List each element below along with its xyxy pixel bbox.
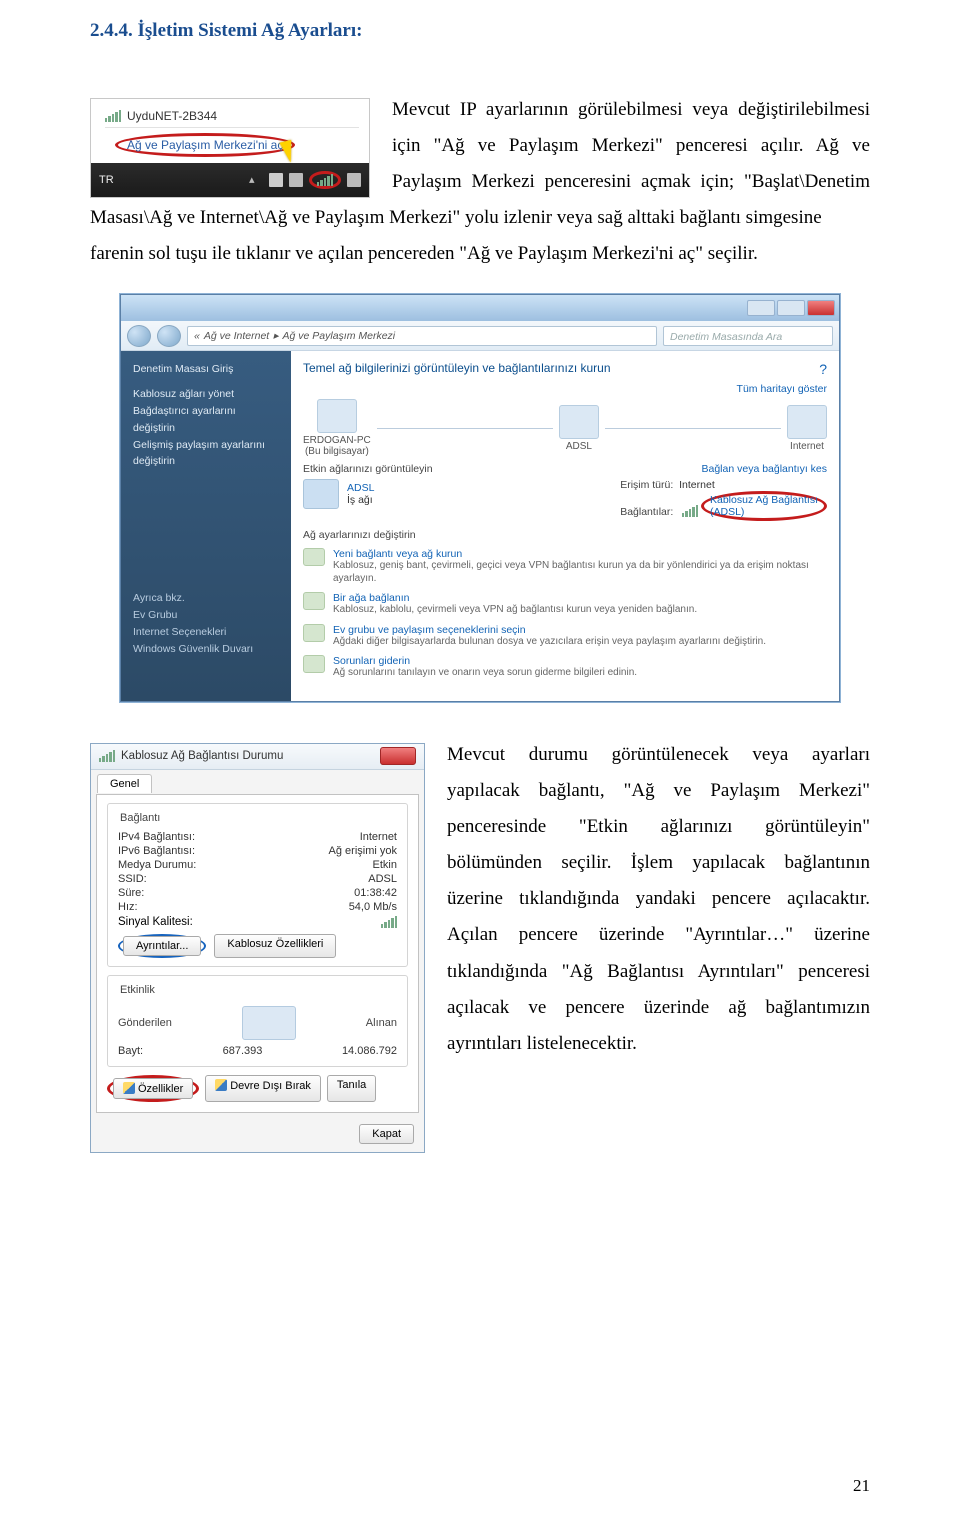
task-troubleshoot[interactable]: Sorunları giderin <box>333 655 637 667</box>
signal-bars-icon <box>682 505 698 517</box>
pc-icon <box>317 399 357 433</box>
properties-button[interactable]: Özellikler <box>113 1078 193 1099</box>
close-button[interactable] <box>380 747 416 765</box>
minimize-button[interactable] <box>747 300 775 316</box>
change-settings-label: Ağ ayarlarınızı değiştirin <box>303 529 827 541</box>
sidebar-home[interactable]: Denetim Masası Giriş <box>133 361 279 378</box>
disable-button[interactable]: Devre Dışı Bırak <box>205 1075 321 1102</box>
dlg-tabs: Genel <box>91 770 424 794</box>
connect-disconnect-link[interactable]: Bağlan veya bağlantıyı kes <box>702 463 828 475</box>
globe-icon <box>787 405 827 439</box>
tray-ssid: UyduNET-2B344 <box>127 109 217 123</box>
cp-nav: « Ağ ve Internet ▸ Ağ ve Paylaşım Merkez… <box>121 321 839 351</box>
sidebar-item-adapter[interactable]: Bağdaştırıcı ayarlarını değiştirin <box>133 403 279 437</box>
task-new-connection[interactable]: Yeni bağlantı veya ağ kurun <box>333 548 827 560</box>
sidebar-item-sharing[interactable]: Gelişmiş paylaşım ayarlarını değiştirin <box>133 437 279 471</box>
section-heading: 2.4.4. İşletim Sistemi Ağ Ayarları: <box>90 20 870 42</box>
close-dialog-button[interactable]: Kapat <box>359 1124 414 1144</box>
back-button[interactable] <box>127 325 151 347</box>
full-map-link[interactable]: Tüm haritayı göster <box>303 383 827 395</box>
paragraph-1b: farenin sol tuşu ile tıklanır ve açılan … <box>90 236 870 272</box>
recv-label: Alınan <box>366 1017 397 1029</box>
active-network-block: ADSL İş ağı Erişim türü: Internet Bağlan… <box>303 479 827 521</box>
taskbar: TR ▴ <box>91 163 369 197</box>
wireless-properties-button[interactable]: Kablosuz Özellikleri <box>214 934 336 958</box>
see-also-homegroup[interactable]: Ev Grubu <box>133 607 279 624</box>
sidebar-item-wireless[interactable]: Kablosuz ağları yönet <box>133 386 279 403</box>
task-icon <box>303 655 325 673</box>
speaker-icon[interactable] <box>347 173 361 187</box>
shield-icon <box>123 1082 135 1094</box>
signal-bars-icon <box>105 110 121 122</box>
sent-label: Gönderilen <box>118 1017 172 1029</box>
network-map: ERDOGAN-PC(Bu bilgisayar) ADSL Internet <box>303 399 827 457</box>
see-also-label: Ayrıca bkz. <box>133 590 279 607</box>
task-homegroup[interactable]: Ev grubu ve paylaşım seçeneklerini seçin <box>333 624 766 636</box>
flag-icon[interactable] <box>269 173 283 187</box>
screenshot-wireless-status: Kablosuz Ağ Bağlantısı Durumu Genel Bağl… <box>90 743 425 1153</box>
details-button[interactable]: Ayrıntılar... <box>123 936 201 956</box>
fieldset-activity: Etkinlik Gönderilen Alınan Bayt: 687.393… <box>107 975 408 1067</box>
cp-heading: Temel ağ bilgilerinizi görüntüleyin ve b… <box>303 361 827 375</box>
fieldset-connection: Bağlantı IPv4 Bağlantısı:Internet IPv6 B… <box>107 803 408 967</box>
tray-chevron-icon[interactable]: ▴ <box>249 173 263 187</box>
cp-titlebar <box>121 295 839 321</box>
forward-button[interactable] <box>157 325 181 347</box>
bytes-sent: 687.393 <box>143 1045 342 1057</box>
signal-bars-icon <box>99 750 115 762</box>
router-icon <box>559 405 599 439</box>
activity-icon <box>242 1006 296 1040</box>
task-connect[interactable]: Bir ağa bağlanın <box>333 592 697 604</box>
dlg-title-text: Kablosuz Ağ Bağlantısı Durumu <box>121 750 283 762</box>
open-network-center-tooltip[interactable]: Ağ ve Paylaşım Merkezi'ni aç <box>115 133 295 157</box>
network-icon <box>303 479 339 509</box>
network-name[interactable]: ADSL <box>347 482 374 494</box>
bytes-recv: 14.086.792 <box>342 1045 397 1057</box>
network-tray-icon[interactable] <box>309 171 341 189</box>
taskbar-lang: TR <box>99 174 114 186</box>
breadcrumb[interactable]: « Ağ ve Internet ▸ Ağ ve Paylaşım Merkez… <box>187 326 657 346</box>
task-icon <box>303 592 325 610</box>
diagnose-button[interactable]: Tanıla <box>327 1075 376 1102</box>
task-icon <box>303 548 325 566</box>
cp-sidebar: Denetim Masası Giriş Kablosuz ağları yön… <box>121 351 291 701</box>
maximize-button[interactable] <box>777 300 805 316</box>
see-also-firewall[interactable]: Windows Güvenlik Duvarı <box>133 641 279 658</box>
view-active-label: Etkin ağlarınızı görüntüleyin <box>303 463 433 475</box>
details-button-highlight: Ayrıntılar... <box>118 934 206 958</box>
see-also-inetopts[interactable]: Internet Seçenekleri <box>133 624 279 641</box>
close-button[interactable] <box>807 300 835 316</box>
page-number: 21 <box>853 1476 870 1496</box>
tab-general[interactable]: Genel <box>97 774 152 793</box>
screenshot-network-center: « Ağ ve Internet ▸ Ağ ve Paylaşım Merkez… <box>120 294 840 702</box>
search-input[interactable]: Denetim Masasında Ara <box>663 326 833 346</box>
dlg-titlebar: Kablosuz Ağ Bağlantısı Durumu <box>91 744 424 770</box>
wireless-connection-link[interactable]: Kablosuz Ağ Bağlantısı(ADSL) <box>701 491 827 521</box>
signal-bars-icon <box>381 916 397 928</box>
shield-icon <box>215 1079 227 1091</box>
cp-main: ? Temel ağ bilgilerinizi görüntüleyin ve… <box>291 351 839 701</box>
help-icon[interactable]: ? <box>819 361 827 377</box>
screenshot-tray: UyduNET-2B344 Ağ ve Paylaşım Merkezi'ni … <box>90 98 370 198</box>
task-list: Yeni bağlantı veya ağ kurunKablosuz, gen… <box>303 548 827 680</box>
network-type: İş ağı <box>347 494 374 506</box>
task-icon <box>303 624 325 642</box>
battery-icon[interactable] <box>289 173 303 187</box>
properties-button-highlight: Özellikler <box>107 1075 199 1102</box>
